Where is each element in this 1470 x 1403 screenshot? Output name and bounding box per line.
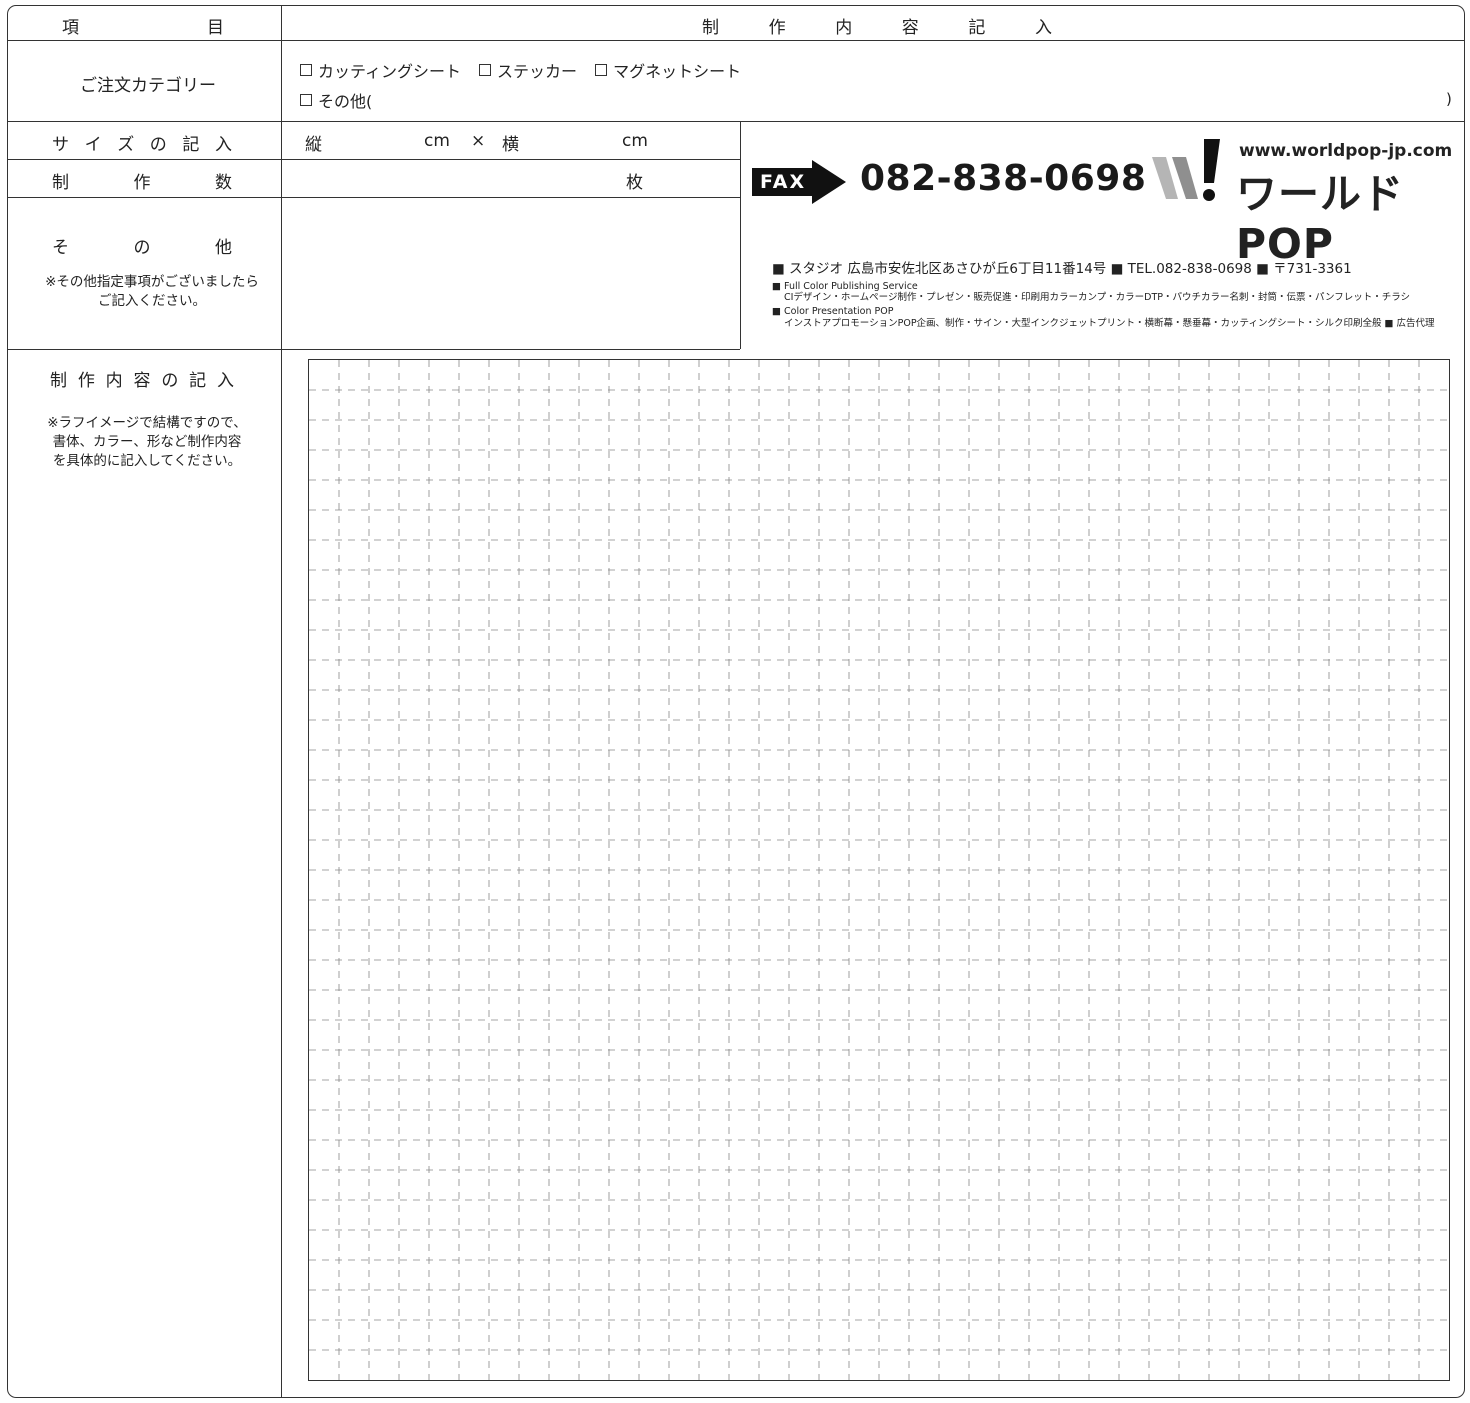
- category-options-row2: その他(: [300, 88, 390, 112]
- checkbox-magnet-sheet[interactable]: マグネットシート: [595, 58, 741, 82]
- other-label: その他: [52, 238, 232, 258]
- size-vertical-label: 縦: [305, 135, 322, 155]
- service-1-detail: CIデザイン・ホームページ制作・プレゼン・販売促進・印刷用カラーカンプ・カラーD…: [784, 292, 1411, 303]
- row-divider-quantity: [8, 197, 740, 198]
- w-logo-icon: [1152, 137, 1232, 205]
- row-divider-size: [8, 159, 740, 160]
- brand-logo: ワールドPOP: [1236, 170, 1404, 268]
- drawing-grid[interactable]: [308, 359, 1450, 1381]
- checkbox-square-icon: [479, 64, 492, 76]
- size-block-divider: [740, 121, 741, 349]
- quantity-unit: 枚: [626, 173, 643, 193]
- website-url[interactable]: www.worldpop-jp.com: [1239, 141, 1452, 161]
- content-label: 制作内容の記入: [50, 371, 234, 391]
- row-divider-category: [8, 121, 1464, 122]
- header-content-label: 制作内容記入: [702, 18, 1052, 38]
- size-horizontal-label: 横: [502, 135, 519, 155]
- size-label: サイズの記入: [52, 135, 232, 155]
- checkbox-cutting-sheet[interactable]: カッティングシート: [300, 58, 461, 82]
- content-note: ※ラフイメージで結構ですので、 書体、カラー、形など制作内容 を具体的に記入して…: [47, 415, 247, 469]
- header-item-label: 項目: [62, 18, 224, 38]
- row-divider-other: [8, 349, 740, 350]
- arrow-right-icon: [812, 159, 847, 204]
- fax-label: FAX: [752, 167, 815, 196]
- checkbox-square-icon: [595, 64, 608, 76]
- service-1-title: ■ Full Color Publishing Service: [772, 281, 918, 292]
- quantity-label: 制作数: [52, 173, 232, 193]
- category-options-row1: カッティングシート ステッカー マグネットシート: [300, 58, 759, 82]
- size-times-symbol: ×: [471, 131, 486, 151]
- checkbox-square-icon: [300, 94, 312, 106]
- column-divider: [281, 6, 282, 1397]
- fax-number: 082-838-0698: [860, 158, 1147, 199]
- fax-badge: FAX: [752, 159, 847, 204]
- checkbox-square-icon: [300, 64, 312, 76]
- service-2-title: ■ Color Presentation POP: [772, 306, 894, 317]
- size-cm-unit-1: cm: [424, 131, 450, 151]
- size-cm-unit-2: cm: [622, 131, 648, 151]
- category-label: ご注文カテゴリー: [80, 76, 216, 96]
- category-other-close-paren: ): [1446, 90, 1452, 108]
- checkbox-sticker[interactable]: ステッカー: [479, 58, 577, 82]
- checkbox-other[interactable]: その他(: [300, 88, 372, 112]
- studio-address: ■ スタジオ 広島市安佐北区あさひが丘6丁目11番14号 ■ TEL.082-8…: [772, 261, 1352, 277]
- service-2-detail: インストアプロモーションPOP企画、制作・サイン・大型インクジェットプリント・横…: [784, 318, 1435, 329]
- row-divider-header: [8, 40, 1464, 41]
- other-note: ※その他指定事項がございましたら ご記入ください。: [45, 274, 259, 309]
